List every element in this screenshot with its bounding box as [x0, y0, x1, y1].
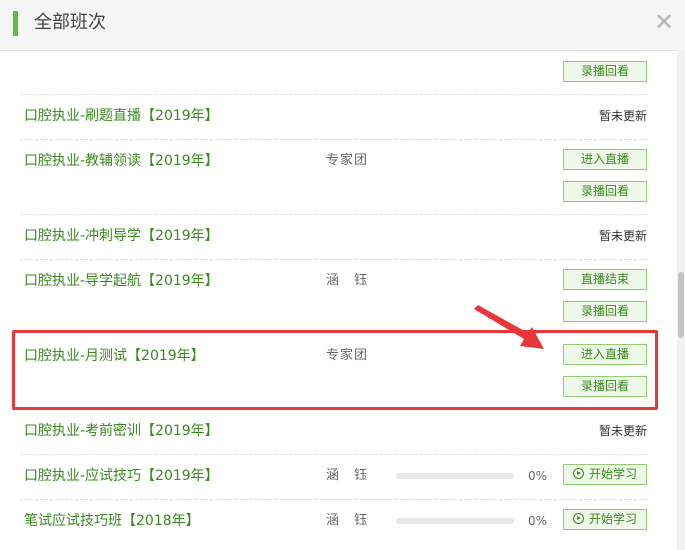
progress-bar	[396, 473, 514, 479]
scrollbar-thumb[interactable]	[678, 272, 684, 338]
row-divider	[20, 139, 647, 140]
course-name[interactable]: 笔试应试技巧班【2018年】	[24, 512, 200, 530]
play-circle-icon	[572, 513, 584, 524]
course-name[interactable]: 口腔执业-月测试【2019年】	[24, 347, 205, 365]
replay-button[interactable]: 录播回看	[563, 376, 647, 397]
course-name[interactable]: 口腔执业-冲刺导学【2019年】	[24, 227, 219, 245]
start-learning-button[interactable]: 开始学习	[563, 509, 647, 530]
start-learning-button[interactable]: 开始学习	[563, 464, 647, 485]
replay-button[interactable]: 录播回看	[563, 301, 647, 322]
course-name[interactable]: 口腔执业-考前密训【2019年】	[24, 422, 219, 440]
live-ended-button[interactable]: 直播结束	[563, 269, 647, 290]
title-accent-bar	[13, 11, 18, 36]
course-name[interactable]: 口腔执业-教辅领读【2019年】	[24, 152, 219, 170]
teacher-name: 涵 钰	[326, 468, 369, 483]
start-learning-label: 开始学习	[588, 467, 637, 481]
dialog-header: 全部班次 ✕	[0, 0, 685, 51]
dialog-title: 全部班次	[34, 12, 106, 33]
status-text: 暂未更新	[598, 229, 647, 243]
status-text: 暂未更新	[598, 424, 647, 438]
enter-live-button[interactable]: 进入直播	[563, 149, 647, 170]
scrollbar[interactable]	[677, 50, 685, 550]
progress-percent: 0%	[528, 469, 548, 483]
play-circle-icon	[572, 468, 584, 479]
row-divider	[20, 454, 647, 455]
progress-percent: 0%	[528, 514, 548, 528]
row-divider	[20, 499, 647, 500]
course-name[interactable]: 口腔执业-应试技巧【2019年】	[24, 467, 219, 485]
course-name[interactable]: 口腔执业-导学起航【2019年】	[24, 272, 219, 290]
enter-live-button[interactable]: 进入直播	[563, 344, 647, 365]
teacher-name: 专家团	[326, 153, 369, 168]
teacher-name: 专家团	[326, 348, 369, 363]
status-text: 暂未更新	[598, 109, 647, 123]
replay-button[interactable]: 录播回看	[563, 181, 647, 202]
close-icon[interactable]: ✕	[652, 9, 676, 35]
row-divider	[20, 214, 647, 215]
row-divider	[20, 94, 647, 95]
course-name[interactable]: 口腔执业-刷题直播【2019年】	[24, 107, 219, 125]
start-learning-label: 开始学习	[588, 512, 637, 526]
replay-button[interactable]: 录播回看	[563, 61, 647, 82]
teacher-name: 涵 钰	[326, 513, 369, 528]
progress-bar	[396, 518, 514, 524]
highlight-box	[12, 330, 658, 410]
teacher-name: 涵 钰	[326, 273, 369, 288]
row-divider	[20, 259, 647, 260]
